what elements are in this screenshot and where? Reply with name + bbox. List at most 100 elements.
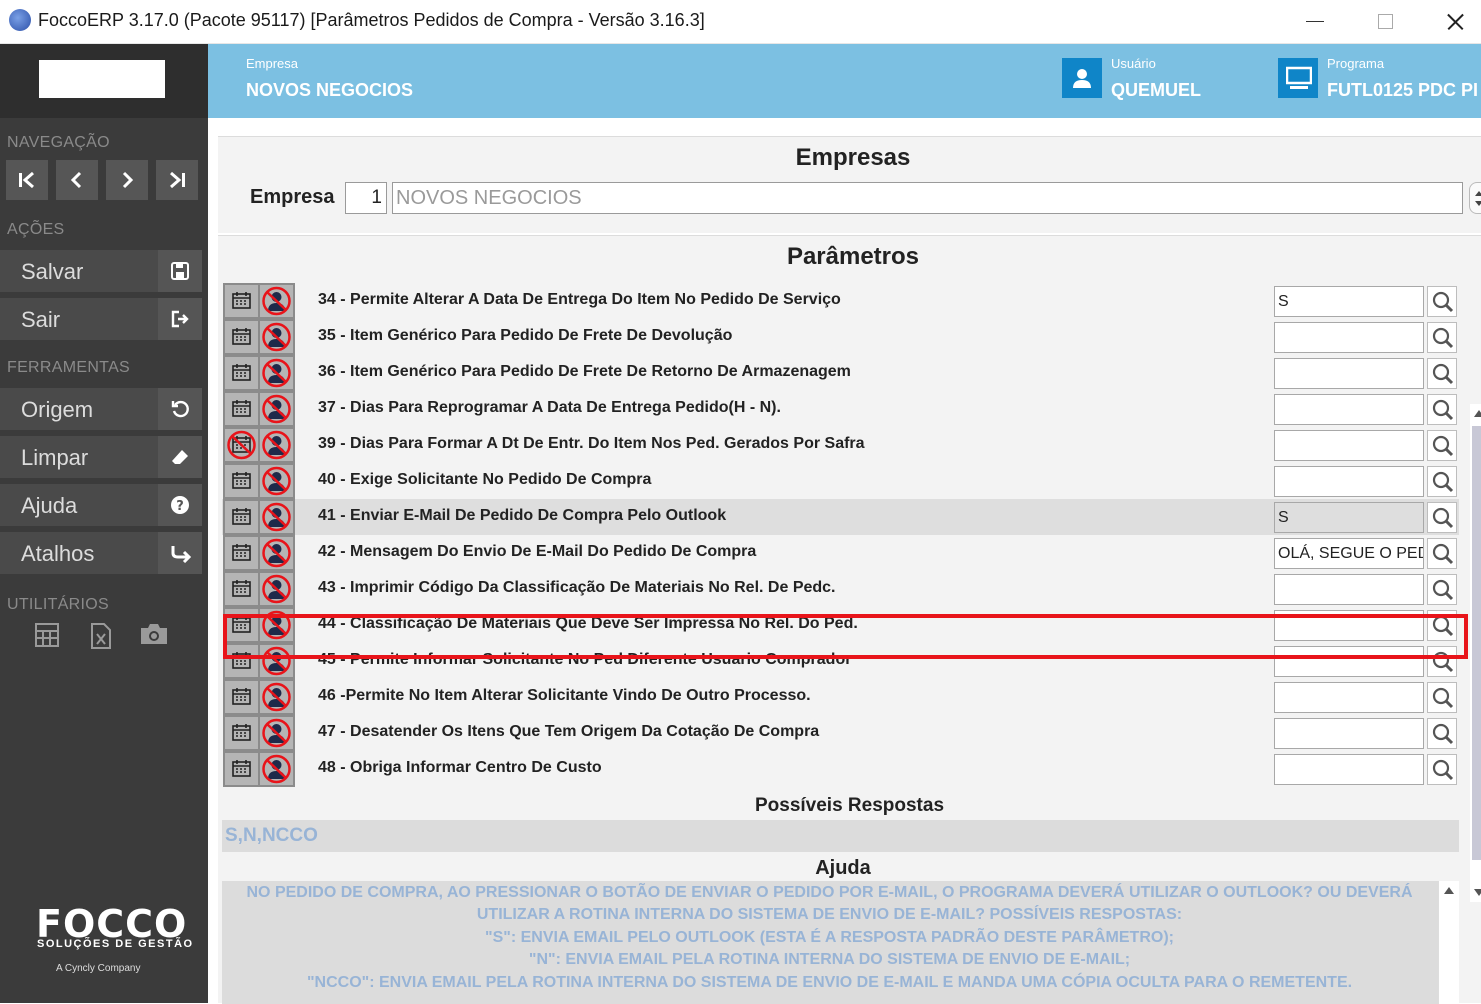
parameter-search-button[interactable] [1427, 466, 1457, 497]
excel-export-button[interactable] [89, 622, 113, 655]
parameter-search-button[interactable] [1427, 502, 1457, 533]
user-restriction-button[interactable] [260, 285, 293, 317]
parameter-row[interactable]: 43 - Imprimir Código Da Classificação De… [222, 571, 1459, 607]
minimize-button[interactable] [1292, 6, 1338, 36]
parameter-row[interactable]: 46 -Permite No Item Alterar Solicitante … [222, 679, 1459, 715]
user-restriction-button[interactable] [260, 573, 293, 605]
limpar-button[interactable]: Limpar [0, 436, 202, 478]
calendar-button[interactable] [225, 393, 258, 425]
calendar-button[interactable] [225, 321, 258, 353]
parameter-value-input[interactable] [1274, 322, 1424, 353]
close-button[interactable] [1432, 6, 1478, 36]
parameter-row[interactable]: 48 - Obriga Informar Centro De Custo [222, 751, 1459, 787]
parameter-row[interactable]: 42 - Mensagem Do Envio De E-Mail Do Pedi… [222, 535, 1459, 571]
parameter-scrollbar[interactable] [1470, 404, 1481, 902]
parameter-row[interactable]: 41 - Enviar E-Mail De Pedido De Compra P… [222, 499, 1459, 535]
calendar-button[interactable] [225, 285, 258, 317]
calendar-button[interactable] [225, 753, 258, 785]
parameter-value-input[interactable] [1274, 682, 1424, 713]
parameter-search-button[interactable] [1427, 394, 1457, 425]
origem-button[interactable]: Origem [0, 388, 202, 430]
parameter-value-input[interactable] [1274, 574, 1424, 605]
search-icon [1432, 687, 1454, 709]
parameter-search-button[interactable] [1427, 574, 1457, 605]
user-restriction-button[interactable] [260, 753, 293, 785]
ajuda-scrollbar[interactable] [1438, 881, 1459, 1004]
ajuda-title: Ajuda [815, 857, 871, 879]
user-restriction-button[interactable] [260, 465, 293, 497]
parameter-search-button[interactable] [1427, 610, 1457, 641]
user-restriction-button[interactable] [260, 681, 293, 713]
row-icon-group [223, 283, 295, 319]
user-restriction-button[interactable] [260, 357, 293, 389]
exit-button[interactable]: Sair [0, 298, 202, 340]
utils-section-label: UTILITÁRIOS [7, 596, 109, 613]
parameter-row[interactable]: 37 - Dias Para Reprogramar A Data De Ent… [222, 391, 1459, 427]
parameter-value-input[interactable] [1274, 646, 1424, 677]
calendar-button[interactable] [225, 717, 258, 749]
parameter-search-button[interactable] [1427, 286, 1457, 317]
calendar-button[interactable] [225, 609, 258, 641]
calendar-button[interactable] [225, 681, 258, 713]
parameter-search-button[interactable] [1427, 322, 1457, 353]
next-record-button[interactable] [106, 160, 148, 200]
calendar-button[interactable] [225, 537, 258, 569]
previous-record-button[interactable] [56, 160, 98, 200]
parameter-search-button[interactable] [1427, 358, 1457, 389]
parameter-value-input[interactable] [1274, 754, 1424, 785]
parameter-value-input[interactable] [1274, 394, 1424, 425]
calculator-button[interactable] [34, 622, 60, 653]
first-record-button[interactable] [6, 160, 48, 200]
parameter-search-button[interactable] [1427, 682, 1457, 713]
user-restriction-button[interactable] [260, 321, 293, 353]
parameter-value-input[interactable] [1274, 718, 1424, 749]
ajuda-button[interactable]: Ajuda ? [0, 484, 202, 526]
parameter-search-button[interactable] [1427, 430, 1457, 461]
scroll-down-arrow[interactable] [1474, 889, 1481, 896]
screenshot-button[interactable] [139, 622, 169, 651]
parameter-value-input[interactable] [1274, 610, 1424, 641]
calendar-button[interactable] [225, 501, 258, 533]
parameter-value-input[interactable]: S [1274, 286, 1424, 317]
parameter-value-input[interactable]: S [1274, 502, 1424, 533]
user-restriction-button[interactable] [260, 717, 293, 749]
parameter-search-button[interactable] [1427, 538, 1457, 569]
empresa-code-input[interactable]: 1 [345, 182, 387, 214]
user-restriction-button[interactable] [260, 393, 293, 425]
parameter-search-button[interactable] [1427, 754, 1457, 785]
parameter-row[interactable]: 44 - Classificação De Materiais Que Deve… [222, 607, 1459, 643]
origem-label: Origem [21, 397, 94, 422]
last-record-button[interactable] [156, 160, 198, 200]
maximize-button[interactable] [1361, 6, 1407, 36]
calendar-button[interactable] [225, 465, 258, 497]
empresa-spinner[interactable] [1469, 182, 1481, 214]
ajuda-scroll-up-arrow[interactable] [1444, 887, 1454, 894]
parameter-search-button[interactable] [1427, 718, 1457, 749]
parameter-row[interactable]: 34 - Permite Alterar A Data De Entrega D… [222, 283, 1459, 319]
parameter-row[interactable]: 45 - Permite Informar Solicitante No Ped… [222, 643, 1459, 679]
parameter-row[interactable]: 40 - Exige Solicitante No Pedido De Comp… [222, 463, 1459, 499]
user-restriction-button[interactable] [260, 645, 293, 677]
parameter-search-button[interactable] [1427, 646, 1457, 677]
user-blocked-icon [262, 394, 291, 424]
atalhos-button[interactable]: Atalhos [0, 532, 202, 574]
save-button[interactable]: Salvar [0, 250, 202, 292]
parameter-row[interactable]: 35 - Item Genérico Para Pedido De Frete … [222, 319, 1459, 355]
user-restriction-button[interactable] [260, 429, 293, 461]
calendar-button[interactable] [225, 429, 258, 461]
parameter-value-input[interactable] [1274, 358, 1424, 389]
parameter-value-input[interactable] [1274, 466, 1424, 497]
user-restriction-button[interactable] [260, 609, 293, 641]
parameter-row[interactable]: 47 - Desatender Os Itens Que Tem Origem … [222, 715, 1459, 751]
calendar-button[interactable] [225, 573, 258, 605]
user-restriction-button[interactable] [260, 537, 293, 569]
usuario-header-value: QUEMUEL [1111, 80, 1201, 100]
parameter-row[interactable]: 36 - Item Genérico Para Pedido De Frete … [222, 355, 1459, 391]
scroll-up-arrow[interactable] [1474, 410, 1481, 417]
calendar-button[interactable] [225, 357, 258, 389]
user-restriction-button[interactable] [260, 501, 293, 533]
parameter-row[interactable]: 39 - Dias Para Formar A Dt De Entr. Do I… [222, 427, 1459, 463]
parameter-value-input[interactable]: OLÁ, SEGUE O PEDI [1274, 538, 1424, 569]
calendar-button[interactable] [225, 645, 258, 677]
parameter-value-input[interactable] [1274, 430, 1424, 461]
